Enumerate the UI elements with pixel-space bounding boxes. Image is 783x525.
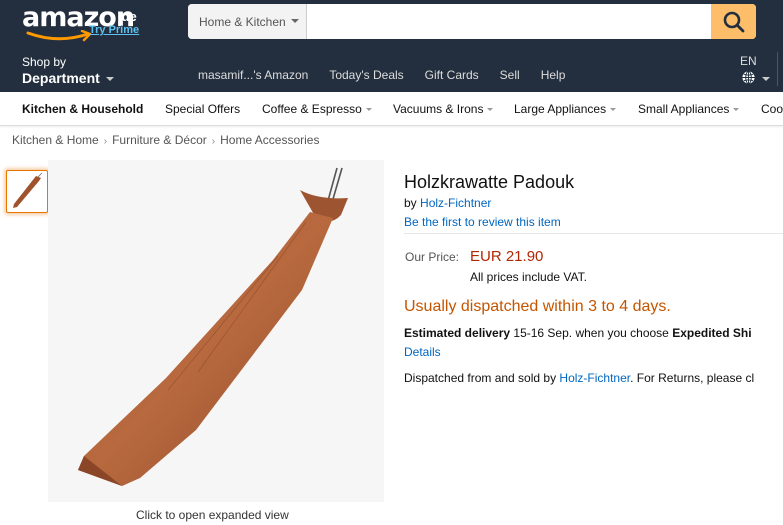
chevron-down-icon xyxy=(733,108,740,112)
chevron-down-icon xyxy=(610,108,617,112)
department-label: Department xyxy=(22,70,100,86)
chevron-right-icon: › xyxy=(211,136,216,147)
nav-todays-deals[interactable]: Today's Deals xyxy=(329,68,403,82)
search-button[interactable] xyxy=(711,4,756,39)
wooden-tie-image xyxy=(78,167,348,486)
subnav-cookware[interactable]: Coo xyxy=(761,102,783,116)
sold-by-info: Dispatched from and sold by Holz-Fichtne… xyxy=(404,371,754,385)
chevron-down-icon xyxy=(365,108,372,112)
estimated-delivery: Estimated delivery 15-16 Sep. when you c… xyxy=(404,326,752,340)
amazon-logo[interactable]: amazon .de Try Prime xyxy=(22,0,152,46)
breadcrumb-home-accessories[interactable]: Home Accessories xyxy=(220,133,319,147)
subnav-special-offers[interactable]: Special Offers xyxy=(165,102,240,116)
breadcrumb-kitchen-home[interactable]: Kitchen & Home xyxy=(12,133,99,147)
delivery-option: Expedited Shi xyxy=(672,326,752,340)
product-byline: by Holz-Fichtner xyxy=(404,196,491,210)
chevron-down-icon xyxy=(105,77,114,82)
availability-status: Usually dispatched within 3 to 4 days. xyxy=(404,298,671,315)
top-header: amazon .de Try Prime Home & Kitchen Shop… xyxy=(0,0,783,92)
language-selector[interactable]: EN xyxy=(740,54,757,68)
brand-link[interactable]: Holz-Fichtner xyxy=(420,196,491,210)
chevron-down-icon xyxy=(487,108,494,112)
sold-by-prefix: Dispatched from and sold by xyxy=(404,371,560,385)
breadcrumb-furniture-decor[interactable]: Furniture & Décor xyxy=(112,133,207,147)
smile-arrow-icon xyxy=(26,30,92,42)
header-divider xyxy=(777,52,778,86)
product-thumbnail[interactable] xyxy=(6,170,48,213)
shop-by-label: Shop by xyxy=(22,55,67,69)
price-label: Our Price: xyxy=(405,250,460,264)
breadcrumb: Kitchen & Home › Furniture & Décor › Home Ac… xyxy=(12,133,319,147)
nav-gift-cards[interactable]: Gift Cards xyxy=(425,68,479,82)
nav-your-amazon[interactable]: masamif...'s Amazon xyxy=(198,68,308,82)
delivery-text: 15-16 Sep. when you choose xyxy=(510,326,673,340)
product-price: EUR 21.90 xyxy=(470,248,544,265)
subnav-coffee-espresso[interactable]: Coffee & Espresso xyxy=(262,102,372,116)
category-subnav: Kitchen & Household Special Offers Coffe… xyxy=(0,92,783,126)
globe-icon[interactable] xyxy=(741,70,756,85)
search-icon xyxy=(723,11,744,32)
subnav-vacuums-irons[interactable]: Vacuums & Irons xyxy=(393,102,494,116)
search-bar: Home & Kitchen xyxy=(188,4,756,39)
chevron-right-icon: › xyxy=(103,136,108,147)
try-prime-link[interactable]: Try Prime xyxy=(89,24,139,36)
delivery-label: Estimated delivery xyxy=(404,326,511,340)
seller-link[interactable]: Holz-Fichtner xyxy=(559,371,630,385)
first-review-link[interactable]: Be the first to review this item xyxy=(404,215,561,229)
shop-by-department[interactable]: Shop by Department xyxy=(22,55,114,86)
wooden-tie-thumbnail-image xyxy=(13,172,43,208)
subnav-kitchen-household[interactable]: Kitchen & Household xyxy=(22,102,143,116)
search-input[interactable] xyxy=(308,4,711,39)
chevron-down-icon xyxy=(762,77,770,81)
delivery-details-link[interactable]: Details xyxy=(404,345,441,359)
search-category-dropdown[interactable]: Home & Kitchen xyxy=(188,4,307,39)
logo-domain: .de xyxy=(118,9,137,24)
product-title: Holzkrawatte Padouk xyxy=(404,172,575,192)
section-divider xyxy=(404,233,783,234)
product-main-image[interactable] xyxy=(48,160,384,502)
nav-help[interactable]: Help xyxy=(541,68,566,82)
vat-note: All prices include VAT. xyxy=(470,270,587,284)
search-category-label: Home & Kitchen xyxy=(199,15,286,29)
subnav-large-appliances[interactable]: Large Appliances xyxy=(514,102,617,116)
expanded-view-caption[interactable]: Click to open expanded view xyxy=(136,508,289,522)
header-nav-links: masamif...'s Amazon Today's Deals Gift C… xyxy=(198,68,586,82)
chevron-down-icon xyxy=(291,19,299,23)
subnav-small-appliances[interactable]: Small Appliances xyxy=(638,102,740,116)
by-prefix: by xyxy=(404,196,417,210)
nav-sell[interactable]: Sell xyxy=(500,68,520,82)
sold-by-suffix: . For Returns, please cl xyxy=(630,371,755,385)
